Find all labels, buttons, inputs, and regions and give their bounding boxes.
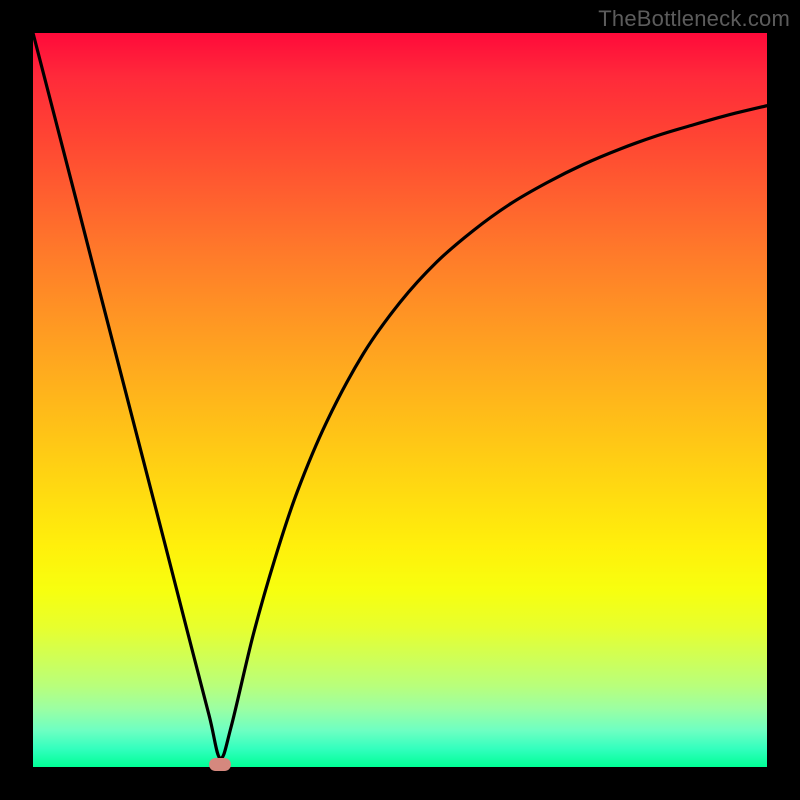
minimum-marker xyxy=(209,758,231,771)
attribution-text: TheBottleneck.com xyxy=(598,6,790,32)
chart-frame: TheBottleneck.com xyxy=(0,0,800,800)
bottleneck-curve xyxy=(33,33,767,767)
plot-area xyxy=(33,33,767,767)
